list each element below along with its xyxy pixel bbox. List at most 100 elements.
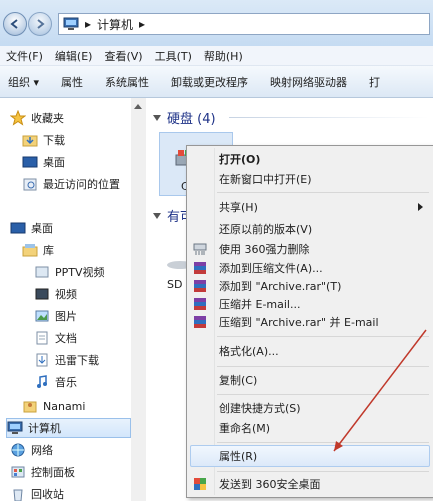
group-divider [229,117,429,118]
hard-disk-group-title: 硬盘 (4) [167,112,216,127]
nav-videos-label: 视频 [55,288,77,301]
hard-disk-group-header[interactable]: 硬盘 (4) [153,108,216,127]
submenu-arrow-icon [418,203,423,211]
desktop-icon [10,222,26,234]
recent-places-icon [23,178,37,191]
nav-library[interactable]: 库 [22,240,54,260]
menu-send-to-360-desktop[interactable]: 发送到 360安全桌面 [219,474,321,494]
menu-view[interactable]: 查看(V) [98,48,148,64]
open-control-panel-button[interactable]: 打 [358,74,391,90]
nav-thunder-downloads[interactable]: 迅雷下载 [34,350,99,370]
menu-restore-versions-label: 还原以前的版本(V) [219,223,313,236]
breadcrumb-separator-2[interactable]: ▸ [139,17,145,31]
menu-tools[interactable]: 工具(T) [149,48,198,64]
address-bar[interactable]: ▸ 计算机 ▸ [58,13,430,35]
menu-copy[interactable]: 复制(C) [219,370,257,390]
nav-documents[interactable]: 文档 [34,328,77,348]
breadcrumb-separator[interactable]: ▸ [85,17,91,31]
properties-button[interactable]: 属性 [50,74,94,90]
menu-separator [217,394,429,395]
video-icon [35,288,49,300]
nav-recent-places-label: 最近访问的位置 [43,178,120,191]
computer-icon [7,421,23,434]
collapse-icon [153,212,161,219]
menu-add-to-archive-rar[interactable]: 添加到 "Archive.rar"(T) [219,276,341,296]
menu-gutter [214,148,215,495]
menu-compress-email[interactable]: 压缩并 E-mail... [219,294,300,314]
map-network-drive-button[interactable]: 映射网络驱动器 [259,74,358,90]
sd-drive-label: SD [167,278,183,291]
uninstall-program-button[interactable]: 卸载或更改程序 [160,74,259,90]
nav-desktop-fav[interactable]: 桌面 [22,152,65,172]
menu-file[interactable]: 文件(F) [0,48,49,64]
nav-downloads[interactable]: 下载 [22,130,65,150]
back-button[interactable] [3,12,27,36]
download-library-icon [36,353,48,367]
menu-create-shortcut-label: 创建快捷方式(S) [219,402,301,415]
winrar-icon [194,316,206,328]
nav-favorites[interactable]: 收藏夹 [10,108,64,128]
menu-open-new-window[interactable]: 在新窗口中打开(E) [219,169,312,189]
nav-pptv-video[interactable]: PPTV视频 [34,262,105,282]
menu-copy-label: 复制(C) [219,374,258,387]
network-icon [11,443,25,457]
360-desktop-icon [194,478,206,490]
nav-computer-label: 计算机 [28,422,61,435]
menu-compress-rar-email-label: 压缩到 "Archive.rar" 并 E-mail [219,316,379,329]
nav-scrollbar[interactable] [131,98,146,501]
nav-favorites-label: 收藏夹 [31,112,64,125]
menu-format[interactable]: 格式化(A)... [219,341,279,361]
recycle-bin-icon [13,489,23,501]
nav-user[interactable]: Nanami [22,396,85,416]
nav-desktop[interactable]: 桌面 [10,218,53,238]
menu-separator [217,366,429,367]
menu-separator [217,192,429,193]
menu-properties-label: 属性(R) [219,450,258,463]
menu-add-to-archive-rar-label: 添加到 "Archive.rar"(T) [219,280,342,293]
menu-format-label: 格式化(A)... [219,345,279,358]
context-menu: 打开(O) 在新窗口中打开(E) 共享(H) 还原以前的版本(V) 使用 360… [186,145,433,498]
nav-recent-places[interactable]: 最近访问的位置 [22,174,120,194]
nav-videos[interactable]: 视频 [34,284,77,304]
menu-compress-rar-email[interactable]: 压缩到 "Archive.rar" 并 E-mail [219,312,379,332]
menu-rename[interactable]: 重命名(M) [219,418,270,438]
menu-add-to-archive[interactable]: 添加到压缩文件(A)... [219,258,323,278]
menu-360-force-delete-label: 使用 360强力删除 [219,243,310,256]
navigation-pane: 收藏夹 下载 桌面 最近访问的位置 桌面 库 PPTV视频 视频 图片 文档 迅… [0,98,146,501]
breadcrumb-location[interactable]: 计算机 [97,16,133,33]
nav-pptv-video-label: PPTV视频 [55,266,105,279]
menu-properties[interactable]: 属性(R) [219,446,257,466]
user-folder-icon [23,401,37,413]
back-arrow-icon [10,19,18,29]
menu-restore-versions[interactable]: 还原以前的版本(V) [219,219,312,239]
nav-music[interactable]: 音乐 [34,372,77,392]
menu-help[interactable]: 帮助(H) [198,48,249,64]
nav-control-panel[interactable]: 控制面板 [10,462,75,482]
shredder-icon [193,243,207,255]
menu-share[interactable]: 共享(H) [219,197,258,217]
library-icon [22,244,38,257]
winrar-icon [194,262,206,274]
download-folder-icon [22,135,38,147]
menu-create-shortcut[interactable]: 创建快捷方式(S) [219,398,301,418]
menu-open[interactable]: 打开(O) [219,149,260,169]
command-bar: 组织 ▾ 属性 系统属性 卸载或更改程序 映射网络驱动器 打 [0,66,433,98]
nav-library-label: 库 [43,244,54,257]
nav-computer[interactable]: 计算机 [6,418,131,438]
nav-user-label: Nanami [43,399,86,413]
nav-network[interactable]: 网络 [10,440,53,460]
menu-360-force-delete[interactable]: 使用 360强力删除 [219,239,310,259]
nav-pictures-label: 图片 [55,310,77,323]
nav-recycle-bin[interactable]: 回收站 [10,484,64,501]
desktop-icon [22,156,38,168]
system-properties-button[interactable]: 系统属性 [94,74,160,90]
winrar-icon [194,298,206,310]
star-icon [10,110,26,126]
forward-button[interactable] [28,12,52,36]
nav-pictures[interactable]: 图片 [34,306,77,326]
scroll-up-icon[interactable] [134,104,142,109]
menu-separator [217,336,429,337]
menu-open-new-window-label: 在新窗口中打开(E) [219,173,312,186]
menu-edit[interactable]: 编辑(E) [49,48,99,64]
organize-button[interactable]: 组织 ▾ [0,74,50,90]
